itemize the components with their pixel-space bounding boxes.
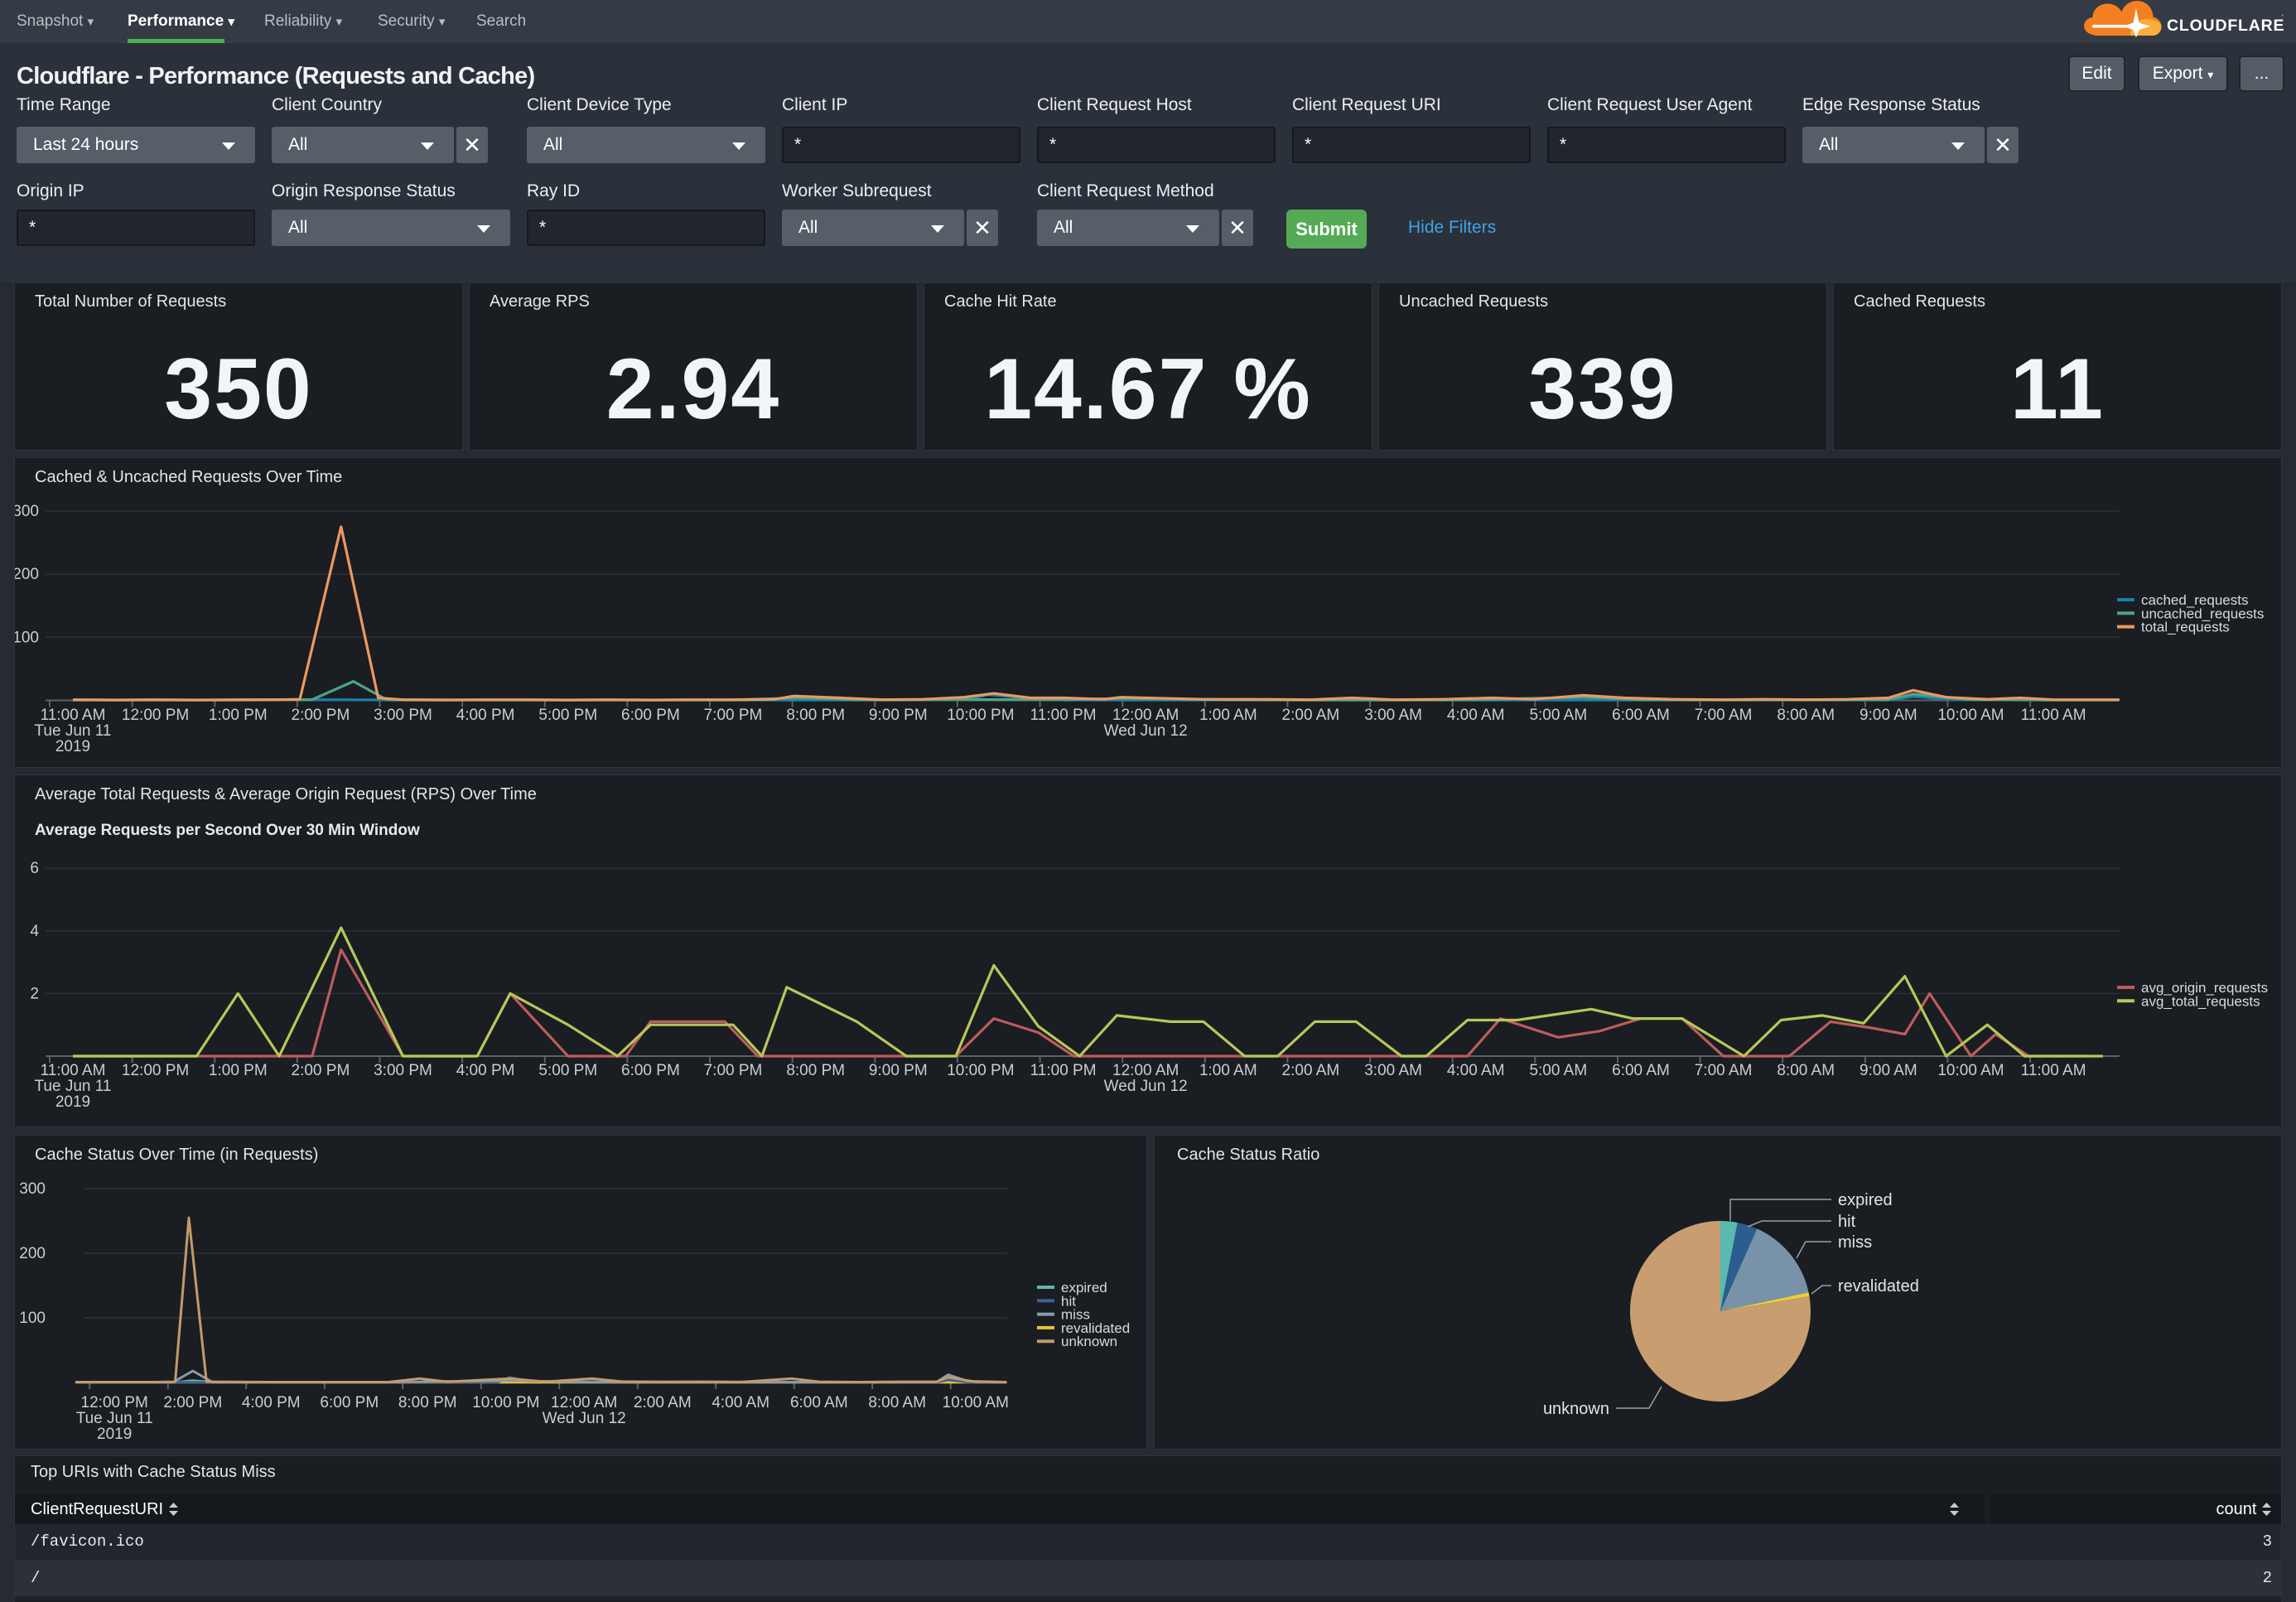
svg-text:hit: hit xyxy=(1838,1213,1856,1231)
svg-text:1:00 AM: 1:00 AM xyxy=(1199,1062,1257,1079)
svg-text:9:00 AM: 9:00 AM xyxy=(1859,1062,1917,1079)
svg-text:2:00 AM: 2:00 AM xyxy=(1282,707,1340,724)
svg-text:100: 100 xyxy=(19,1310,46,1327)
svg-text:5:00 PM: 5:00 PM xyxy=(538,707,597,724)
svg-text:11:00 AM: 11:00 AM xyxy=(41,707,106,724)
svg-text:12:00 PM: 12:00 PM xyxy=(122,1062,189,1079)
svg-text:11:00 PM: 11:00 PM xyxy=(1030,707,1097,724)
svg-text:3:00 AM: 3:00 AM xyxy=(1364,707,1422,724)
svg-text:2:00 AM: 2:00 AM xyxy=(1282,1062,1340,1079)
svg-text:8:00 PM: 8:00 PM xyxy=(786,1062,845,1079)
svg-text:6:00 AM: 6:00 AM xyxy=(1612,1062,1670,1079)
svg-text:11:00 AM: 11:00 AM xyxy=(41,1062,106,1079)
svg-text:6:00 PM: 6:00 PM xyxy=(621,1062,680,1079)
svg-text:6:00 AM: 6:00 AM xyxy=(790,1394,848,1411)
svg-text:5:00 AM: 5:00 AM xyxy=(1529,1062,1587,1079)
svg-text:Wed Jun 12: Wed Jun 12 xyxy=(1104,1078,1188,1095)
svg-text:10:00 PM: 10:00 PM xyxy=(947,1062,1014,1079)
svg-text:8:00 AM: 8:00 AM xyxy=(868,1394,926,1411)
svg-text:2:00 PM: 2:00 PM xyxy=(163,1394,222,1411)
svg-text:12:00 AM: 12:00 AM xyxy=(1112,707,1179,724)
svg-text:8:00 PM: 8:00 PM xyxy=(398,1394,457,1411)
svg-text:6:00 PM: 6:00 PM xyxy=(320,1394,379,1411)
svg-text:12:00 PM: 12:00 PM xyxy=(122,707,189,724)
svg-text:300: 300 xyxy=(19,1180,46,1198)
svg-text:unknown: unknown xyxy=(1061,1334,1117,1349)
svg-text:2019: 2019 xyxy=(55,738,90,755)
svg-text:Wed Jun 12: Wed Jun 12 xyxy=(543,1410,626,1427)
svg-text:Tue Jun 11: Tue Jun 11 xyxy=(35,722,112,740)
svg-text:2:00 PM: 2:00 PM xyxy=(292,1062,350,1079)
svg-text:4:00 PM: 4:00 PM xyxy=(242,1394,301,1411)
svg-text:12:00 PM: 12:00 PM xyxy=(81,1394,148,1411)
svg-text:4: 4 xyxy=(30,923,39,940)
svg-text:3:00 PM: 3:00 PM xyxy=(374,1062,432,1079)
svg-text:Wed Jun 12: Wed Jun 12 xyxy=(1104,722,1188,740)
svg-text:8:00 AM: 8:00 AM xyxy=(1777,1062,1835,1079)
svg-text:1:00 PM: 1:00 PM xyxy=(209,707,268,724)
svg-text:9:00 PM: 9:00 PM xyxy=(869,707,928,724)
svg-text:unknown: unknown xyxy=(1543,1400,1609,1418)
svg-text:6:00 AM: 6:00 AM xyxy=(1612,707,1670,724)
svg-text:4:00 AM: 4:00 AM xyxy=(1447,1062,1505,1079)
svg-text:Tue Jun 11: Tue Jun 11 xyxy=(35,1078,112,1095)
svg-text:revalidated: revalidated xyxy=(1838,1277,1919,1296)
svg-text:10:00 AM: 10:00 AM xyxy=(943,1394,1009,1411)
svg-text:2019: 2019 xyxy=(55,1093,90,1111)
svg-text:5:00 PM: 5:00 PM xyxy=(538,1062,597,1079)
svg-text:7:00 PM: 7:00 PM xyxy=(704,707,763,724)
svg-text:10:00 AM: 10:00 AM xyxy=(1937,1062,2004,1079)
svg-text:CLOUDFLARE: CLOUDFLARE xyxy=(2167,17,2284,35)
svg-text:11:00 AM: 11:00 AM xyxy=(2021,1062,2086,1079)
svg-text:7:00 PM: 7:00 PM xyxy=(704,1062,763,1079)
svg-text:9:00 PM: 9:00 PM xyxy=(869,1062,928,1079)
svg-text:1:00 AM: 1:00 AM xyxy=(1199,707,1257,724)
svg-text:2:00 PM: 2:00 PM xyxy=(292,707,350,724)
svg-text:300: 300 xyxy=(15,503,39,520)
svg-text:2:00 AM: 2:00 AM xyxy=(634,1394,692,1411)
svg-text:100: 100 xyxy=(15,629,39,646)
svg-text:avg_total_requests: avg_total_requests xyxy=(2141,993,2260,1009)
svg-text:Tue Jun 11: Tue Jun 11 xyxy=(76,1410,153,1427)
svg-text:total_requests: total_requests xyxy=(2141,620,2230,635)
svg-text:11:00 AM: 11:00 AM xyxy=(2021,707,2086,724)
svg-text:11:00 PM: 11:00 PM xyxy=(1030,1062,1097,1079)
svg-text:3:00 PM: 3:00 PM xyxy=(374,707,432,724)
svg-text:10:00 AM: 10:00 AM xyxy=(1937,707,2004,724)
svg-text:2019: 2019 xyxy=(97,1426,132,1443)
svg-text:3:00 AM: 3:00 AM xyxy=(1364,1062,1422,1079)
svg-text:200: 200 xyxy=(19,1245,46,1262)
svg-text:12:00 AM: 12:00 AM xyxy=(1112,1062,1179,1079)
svg-text:miss: miss xyxy=(1838,1233,1872,1252)
svg-text:200: 200 xyxy=(15,566,39,583)
svg-text:12:00 AM: 12:00 AM xyxy=(551,1394,617,1411)
svg-text:10:00 PM: 10:00 PM xyxy=(947,707,1014,724)
svg-text:8:00 PM: 8:00 PM xyxy=(786,707,845,724)
svg-text:4:00 PM: 4:00 PM xyxy=(456,707,515,724)
svg-text:6: 6 xyxy=(30,860,39,877)
svg-text:6:00 PM: 6:00 PM xyxy=(621,707,680,724)
svg-text:2: 2 xyxy=(30,985,39,1002)
svg-text:7:00 AM: 7:00 AM xyxy=(1695,1062,1753,1079)
svg-text:expired: expired xyxy=(1838,1191,1893,1209)
svg-text:10:00 PM: 10:00 PM xyxy=(472,1394,539,1411)
svg-text:4:00 PM: 4:00 PM xyxy=(456,1062,515,1079)
svg-text:7:00 AM: 7:00 AM xyxy=(1695,707,1753,724)
svg-text:8:00 AM: 8:00 AM xyxy=(1777,707,1835,724)
svg-text:9:00 AM: 9:00 AM xyxy=(1859,707,1917,724)
svg-text:': ' xyxy=(2282,13,2284,22)
svg-text:1:00 PM: 1:00 PM xyxy=(209,1062,268,1079)
svg-text:4:00 AM: 4:00 AM xyxy=(711,1394,769,1411)
svg-text:5:00 AM: 5:00 AM xyxy=(1529,707,1587,724)
svg-text:4:00 AM: 4:00 AM xyxy=(1447,707,1505,724)
